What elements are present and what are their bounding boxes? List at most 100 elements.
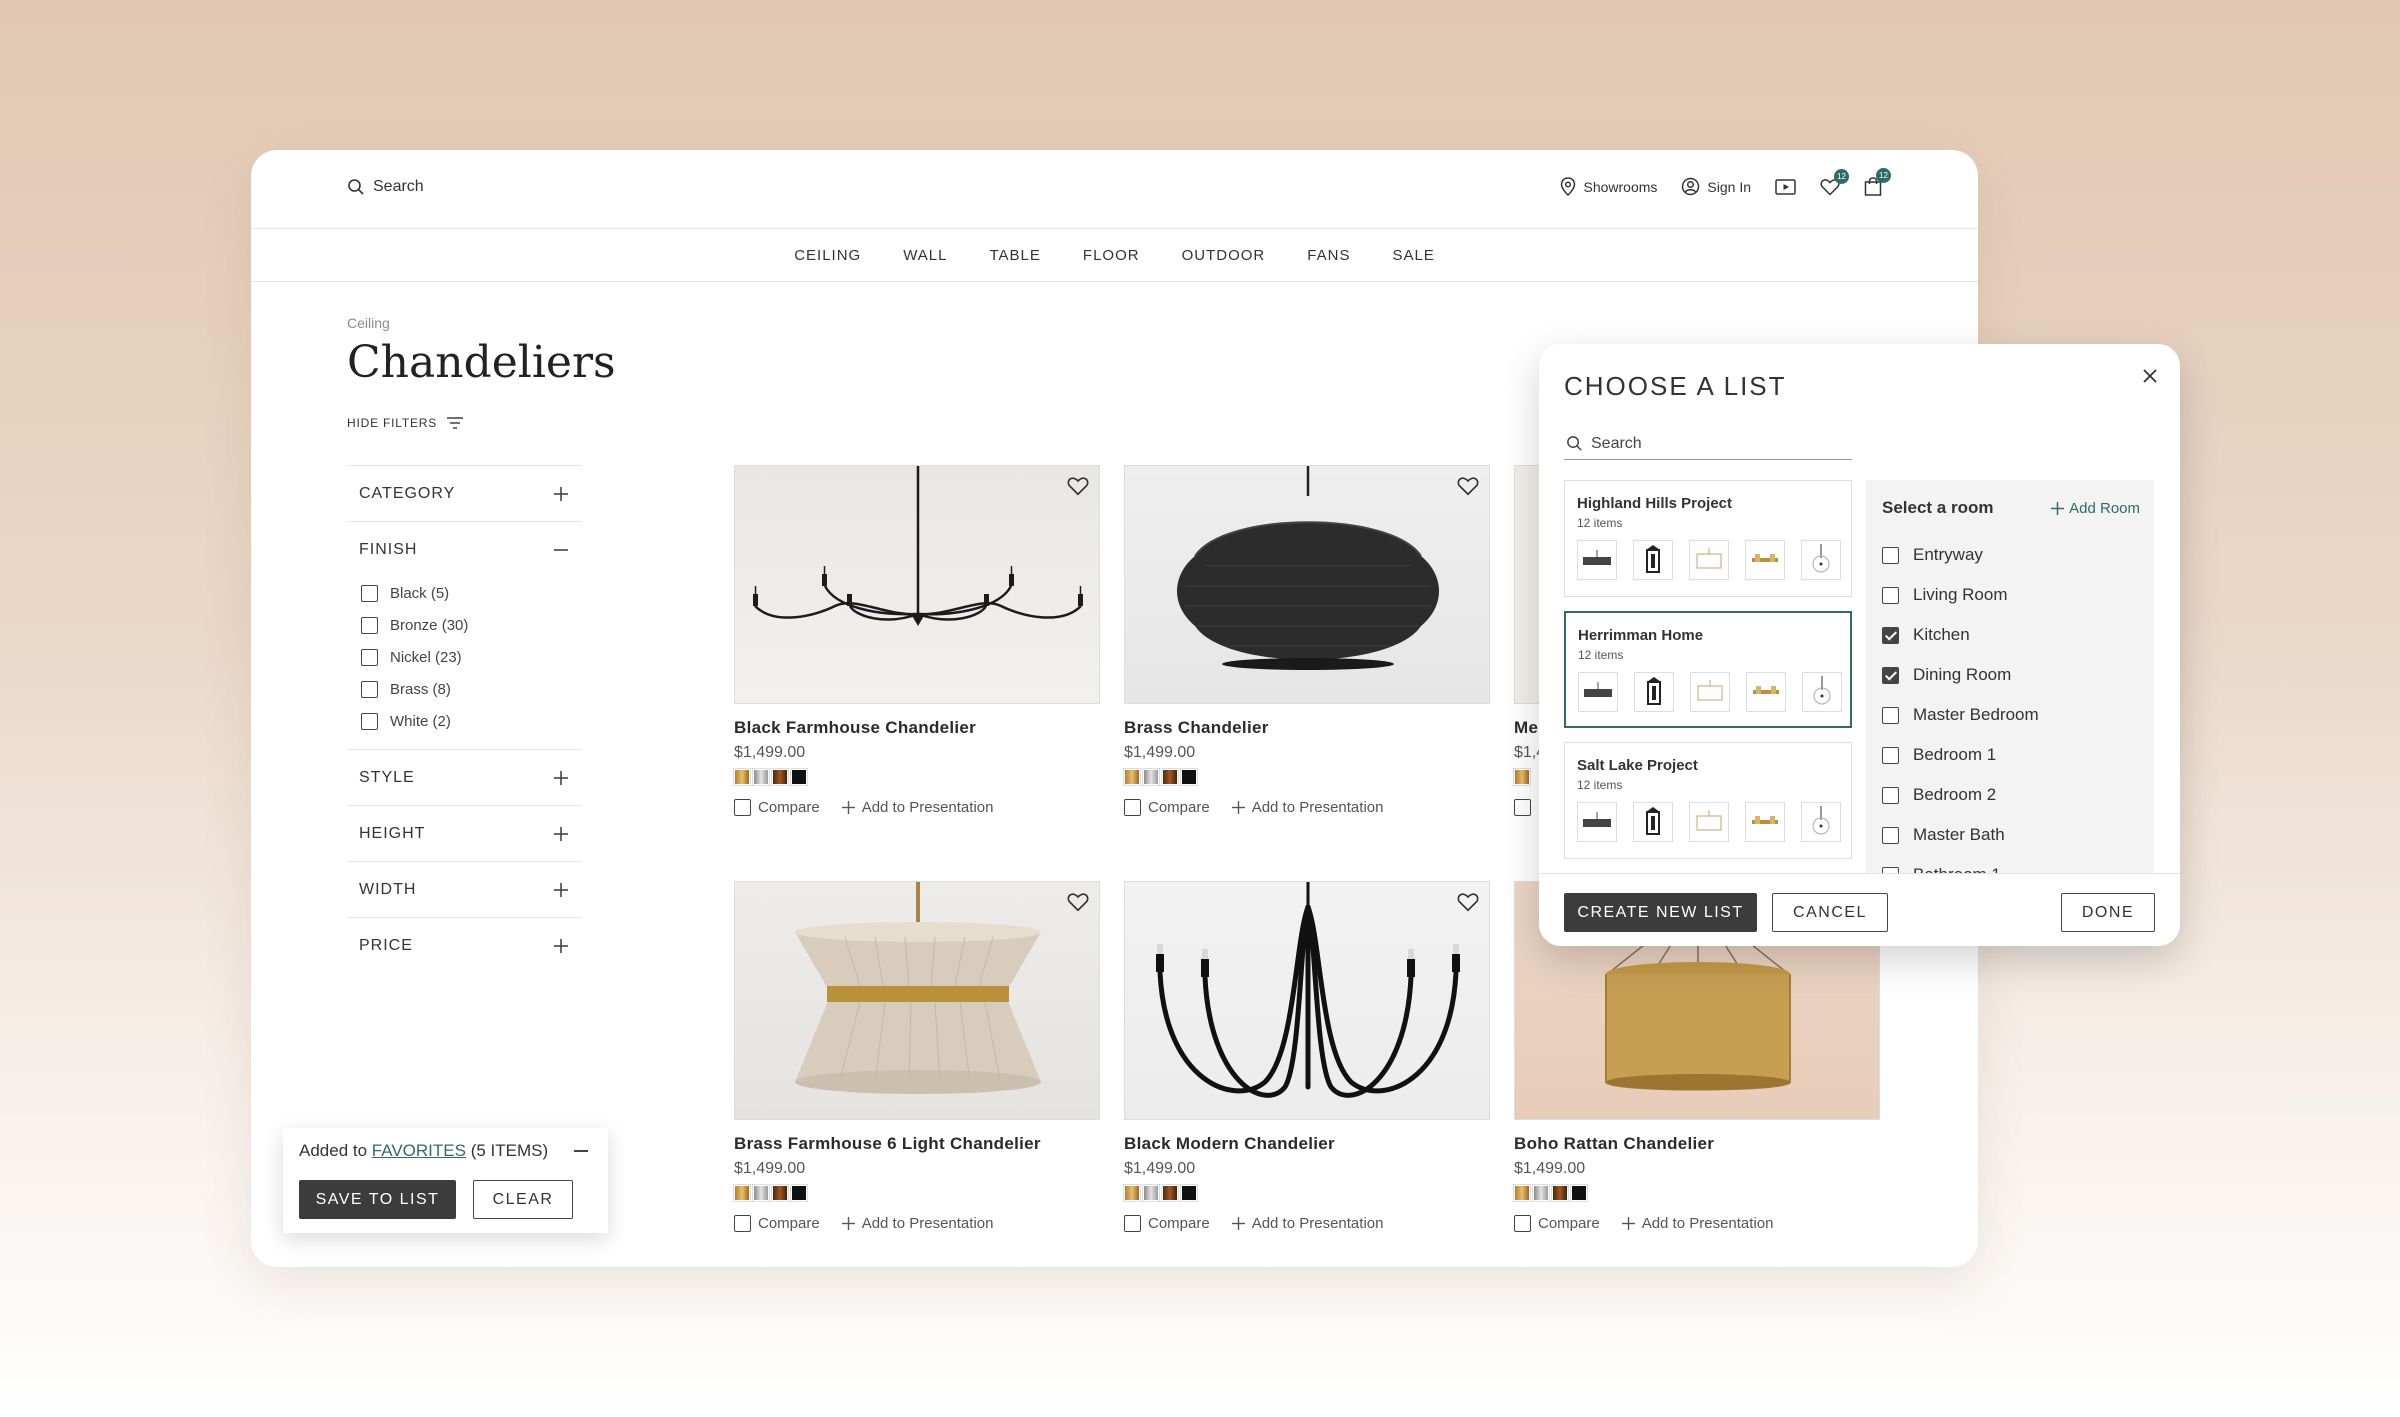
filter-style-toggle[interactable]: STYLE — [347, 750, 582, 805]
swatch-nickel[interactable] — [1142, 768, 1160, 786]
cart-button[interactable]: 12 — [1864, 168, 1891, 196]
swatch-black[interactable] — [790, 1184, 808, 1202]
add-to-presentation-button[interactable]: Add to Presentation — [1231, 799, 1383, 816]
room-option[interactable]: Living Room — [1882, 575, 2039, 615]
swatch-bronze[interactable] — [1161, 1184, 1179, 1202]
checkbox[interactable] — [361, 584, 378, 602]
swatch-brass[interactable] — [733, 1184, 751, 1202]
breadcrumb[interactable]: Ceiling — [347, 315, 390, 331]
product-image[interactable] — [734, 881, 1100, 1120]
nav-wall[interactable]: WALL — [901, 241, 949, 270]
room-checkbox[interactable] — [1882, 626, 1899, 644]
swatch-brass[interactable] — [733, 768, 751, 786]
filter-category-toggle[interactable]: CATEGORY — [347, 466, 582, 521]
showrooms-link[interactable]: Showrooms — [1560, 177, 1657, 196]
room-checkbox[interactable] — [1882, 706, 1899, 724]
room-checkbox[interactable] — [1882, 746, 1899, 764]
filter-width-toggle[interactable]: WIDTH — [347, 862, 582, 917]
finish-option-white[interactable]: White (2) — [361, 705, 582, 737]
list-option[interactable]: Highland Hills Project 12 items — [1564, 480, 1852, 597]
filter-finish-toggle[interactable]: FINISH — [347, 522, 582, 577]
compare-checkbox[interactable] — [734, 799, 751, 816]
nav-sale[interactable]: SALE — [1390, 241, 1436, 270]
product-card[interactable]: Brass Chandelier $1,499.00 Compare Add t… — [1123, 465, 1490, 816]
hide-filters-button[interactable]: HIDE FILTERS — [347, 416, 464, 430]
product-name[interactable]: Boho Rattan Chandelier — [1514, 1134, 1880, 1154]
swatch-brass[interactable] — [1513, 1184, 1531, 1202]
room-checkbox[interactable] — [1882, 666, 1899, 684]
swatch-bronze[interactable] — [1551, 1184, 1569, 1202]
swatch-bronze[interactable] — [771, 1184, 789, 1202]
create-new-list-button[interactable]: CREATE NEW LIST — [1564, 893, 1757, 932]
add-room-button[interactable]: Add Room — [2051, 500, 2140, 517]
compare-toggle[interactable]: Compare — [734, 1215, 820, 1232]
header-search[interactable]: Search — [347, 178, 424, 196]
swatch-black[interactable] — [1180, 768, 1198, 786]
room-option[interactable]: Bedroom 2 — [1882, 775, 2039, 815]
room-checkbox[interactable] — [1882, 786, 1899, 804]
swatch-bronze[interactable] — [1161, 768, 1179, 786]
compare-checkbox[interactable] — [1514, 799, 1531, 816]
sign-in-link[interactable]: Sign In — [1681, 177, 1751, 196]
compare-toggle[interactable] — [1514, 799, 1531, 816]
product-card[interactable]: Black Farmhouse Chandelier $1,499.00 Com… — [733, 465, 1100, 816]
room-checkbox[interactable] — [1882, 546, 1899, 564]
checkbox[interactable] — [361, 616, 378, 634]
room-checkbox[interactable] — [1882, 586, 1899, 604]
list-option[interactable]: Salt Lake Project 12 items — [1564, 742, 1852, 859]
favorite-heart-icon[interactable] — [1457, 476, 1479, 501]
compare-checkbox[interactable] — [1514, 1215, 1531, 1232]
finish-option-black[interactable]: Black (5) — [361, 577, 582, 609]
nav-floor[interactable]: FLOOR — [1081, 241, 1142, 270]
swatch-nickel[interactable] — [1532, 1184, 1550, 1202]
swatch-brass[interactable] — [1513, 768, 1531, 786]
save-to-list-button[interactable]: SAVE TO LIST — [299, 1180, 456, 1219]
room-option[interactable]: Bedroom 1 — [1882, 735, 2039, 775]
nav-table[interactable]: TABLE — [988, 241, 1043, 270]
video-button[interactable] — [1775, 178, 1796, 196]
favorites-link[interactable]: FAVORITES — [372, 1141, 466, 1160]
filter-height-toggle[interactable]: HEIGHT — [347, 806, 582, 861]
checkbox[interactable] — [361, 680, 378, 698]
checkbox[interactable] — [361, 648, 378, 666]
favorite-heart-icon[interactable] — [1067, 892, 1089, 917]
room-checkbox[interactable] — [1882, 826, 1899, 844]
compare-toggle[interactable]: Compare — [734, 799, 820, 816]
swatch-black[interactable] — [1180, 1184, 1198, 1202]
product-image[interactable] — [1124, 881, 1490, 1120]
swatch-nickel[interactable] — [1142, 1184, 1160, 1202]
add-to-presentation-button[interactable]: Add to Presentation — [1621, 1215, 1773, 1232]
checkbox[interactable] — [361, 712, 378, 730]
compare-checkbox[interactable] — [1124, 1215, 1141, 1232]
close-icon[interactable] — [2142, 368, 2158, 389]
swatch-brass[interactable] — [1123, 768, 1141, 786]
room-option[interactable]: Bathroom 1 — [1882, 855, 2039, 873]
clear-button[interactable]: CLEAR — [473, 1180, 573, 1219]
add-to-presentation-button[interactable]: Add to Presentation — [841, 1215, 993, 1232]
finish-option-bronze[interactable]: Bronze (30) — [361, 609, 582, 641]
finish-option-nickel[interactable]: Nickel (23) — [361, 641, 582, 673]
nav-outdoor[interactable]: OUTDOOR — [1180, 241, 1268, 270]
product-name[interactable]: Brass Chandelier — [1124, 718, 1490, 738]
add-to-presentation-button[interactable]: Add to Presentation — [1231, 1215, 1383, 1232]
product-name[interactable]: Black Modern Chandelier — [1124, 1134, 1490, 1154]
product-name[interactable]: Brass Farmhouse 6 Light Chandelier — [734, 1134, 1100, 1154]
nav-fans[interactable]: FANS — [1305, 241, 1352, 270]
swatch-nickel[interactable] — [752, 768, 770, 786]
product-name[interactable]: Black Farmhouse Chandelier — [734, 718, 1100, 738]
room-option[interactable]: Entryway — [1882, 535, 2039, 575]
compare-toggle[interactable]: Compare — [1124, 1215, 1210, 1232]
list-search-input[interactable]: Search — [1564, 428, 1852, 460]
compare-toggle[interactable]: Compare — [1514, 1215, 1600, 1232]
swatch-brass[interactable] — [1123, 1184, 1141, 1202]
favorites-button[interactable]: 12 — [1820, 168, 1849, 196]
product-image[interactable] — [734, 465, 1100, 704]
swatch-bronze[interactable] — [771, 768, 789, 786]
list-option-selected[interactable]: Herrimman Home 12 items — [1564, 611, 1852, 728]
add-to-presentation-button[interactable]: Add to Presentation — [841, 799, 993, 816]
swatch-nickel[interactable] — [752, 1184, 770, 1202]
cancel-button[interactable]: CANCEL — [1772, 893, 1888, 932]
finish-option-brass[interactable]: Brass (8) — [361, 673, 582, 705]
done-button[interactable]: DONE — [2061, 893, 2155, 932]
compare-toggle[interactable]: Compare — [1124, 799, 1210, 816]
